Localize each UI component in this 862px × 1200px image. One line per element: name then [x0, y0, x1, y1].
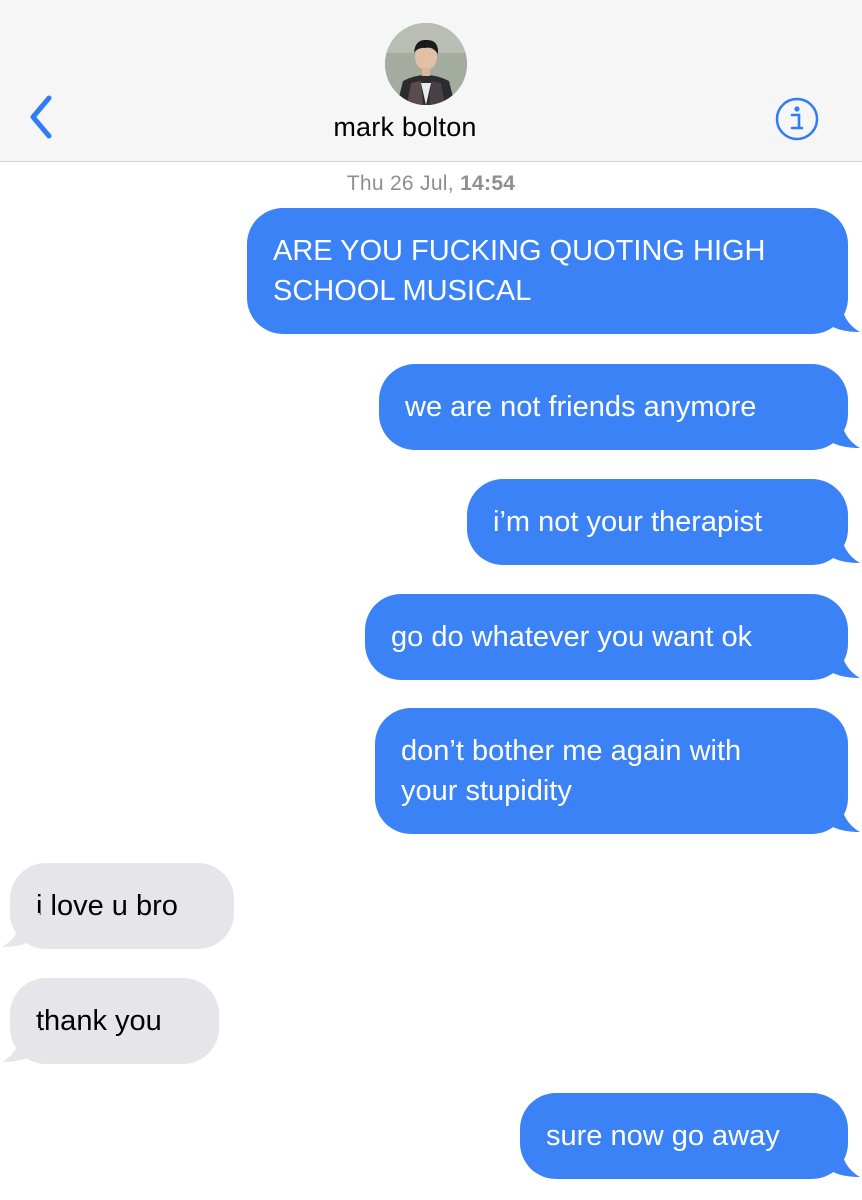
- message-text-line: SCHOOL MUSICAL: [273, 275, 532, 307]
- sent-message-bubble[interactable]: we are not friends anymore: [379, 364, 848, 450]
- sent-message-bubble[interactable]: don’t bother me again with your stupidit…: [375, 708, 848, 834]
- message-text-line: ARE YOU FUCKING QUOTING HIGH: [273, 235, 766, 267]
- received-message-bubble[interactable]: thank you: [10, 978, 219, 1064]
- message-text-line: thank you: [36, 1005, 162, 1037]
- sent-bubble-tail: [822, 644, 860, 678]
- contact-name[interactable]: mark bolton: [0, 112, 862, 143]
- sent-message-bubble[interactable]: sure now go away: [520, 1093, 848, 1179]
- sent-bubble-tail: [822, 798, 860, 832]
- message-text-line: go do whatever you want ok: [391, 621, 753, 653]
- info-circle-icon: [775, 97, 819, 141]
- message-text-line: your stupidity: [401, 775, 572, 807]
- avatar-photo: [385, 23, 467, 105]
- timestamp-time: 14:54: [460, 172, 516, 195]
- sent-message-bubble[interactable]: go do whatever you want ok: [365, 594, 848, 680]
- sent-bubble-tail: [822, 414, 860, 448]
- received-bubble-tail: [2, 913, 40, 947]
- contact-avatar[interactable]: [385, 23, 467, 105]
- info-button[interactable]: [772, 94, 822, 144]
- sent-message-bubble[interactable]: i’m not your therapist: [467, 479, 848, 565]
- message-text-line: i love u bro: [36, 890, 178, 922]
- message-text-line: we are not friends anymore: [405, 391, 757, 423]
- sent-bubble-tail: [822, 1143, 860, 1177]
- message-text-line: don’t bother me again with: [401, 735, 742, 767]
- message-text-line: sure now go away: [546, 1120, 780, 1152]
- sent-message-bubble[interactable]: ARE YOU FUCKING QUOTING HIGH SCHOOL MUSI…: [247, 208, 848, 334]
- timestamp-day: Thu 26 Jul,: [346, 172, 454, 195]
- received-bubble-tail: [2, 1028, 40, 1062]
- sent-bubble-tail: [822, 298, 860, 332]
- thread-timestamp: Thu 26 Jul, 14:54: [0, 172, 862, 196]
- conversation-header: mark bolton: [0, 0, 862, 162]
- received-message-bubble[interactable]: i love u bro: [10, 863, 234, 949]
- message-text-line: i’m not your therapist: [493, 506, 763, 538]
- sent-bubble-tail: [822, 529, 860, 563]
